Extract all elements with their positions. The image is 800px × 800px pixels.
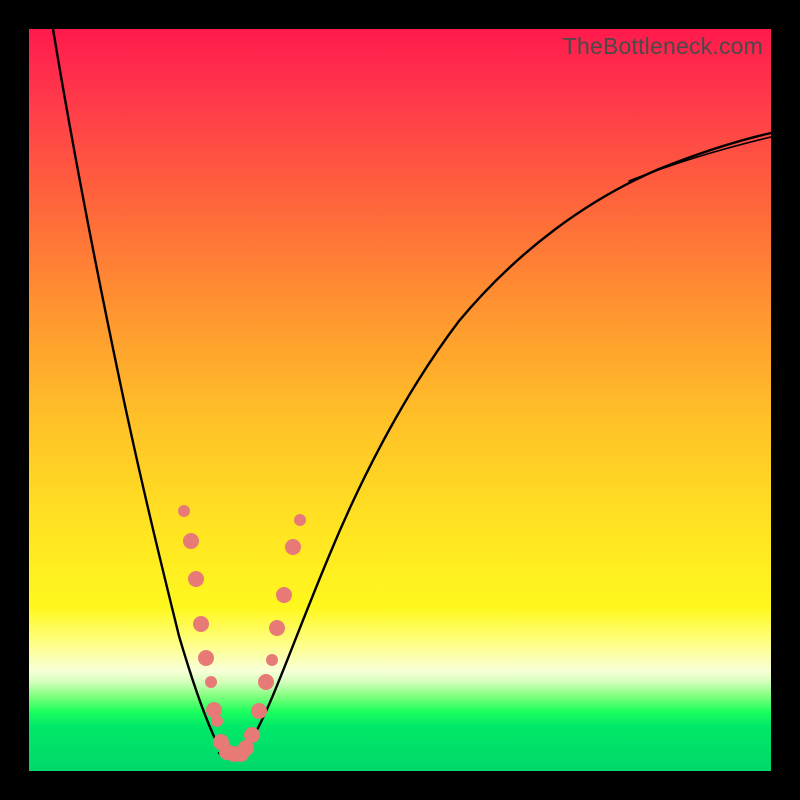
bead	[205, 676, 217, 688]
plot-area: TheBottleneck.com	[29, 29, 771, 771]
bead	[266, 654, 278, 666]
bead	[183, 533, 199, 549]
bead	[211, 715, 223, 727]
curve-left-branch	[53, 29, 229, 756]
bead	[269, 620, 285, 636]
curve-right-branch	[240, 133, 771, 756]
bead	[285, 539, 301, 555]
bead	[251, 703, 267, 719]
bead	[258, 674, 274, 690]
bead	[193, 616, 209, 632]
bead	[244, 727, 260, 743]
bead	[178, 505, 190, 517]
bead	[198, 650, 214, 666]
bead	[294, 514, 306, 526]
chart-svg	[29, 29, 771, 771]
bead-group	[178, 505, 306, 762]
bead	[276, 587, 292, 603]
outer-frame: TheBottleneck.com	[0, 0, 800, 800]
curve-right-branch-tail	[629, 137, 771, 181]
bead	[188, 571, 204, 587]
